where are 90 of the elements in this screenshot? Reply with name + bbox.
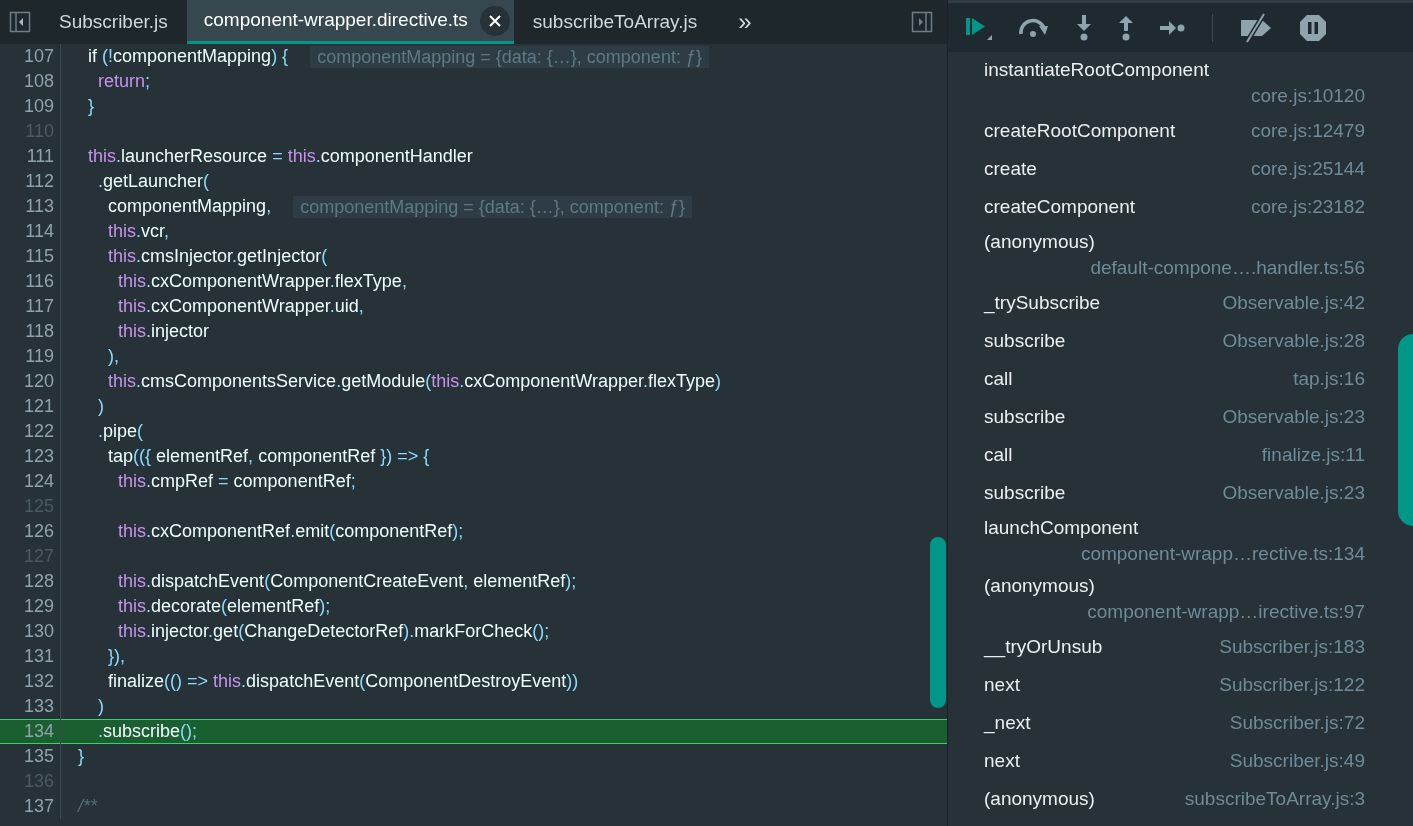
tab-overflow-button[interactable]: » [730, 4, 760, 40]
code-line: } [77, 745, 84, 768]
inline-value-hint: componentMapping = {data: {…}, component: ƒ} [310, 45, 709, 68]
line-number: 124 [22, 470, 54, 493]
line-number: 134 [22, 720, 54, 743]
line-number: 117 [24, 295, 54, 318]
code-line: this.launcherResource = this.componentHandler [87, 145, 473, 168]
line-number: 126 [22, 520, 54, 543]
code-line: this.cmsComponentsService.getModule(this.cxComponentWrapper.flexType) [107, 370, 722, 393]
scrollbar-thumb[interactable] [1398, 334, 1413, 526]
call-stack-frame[interactable]: subscribe Observable.js:28 [984, 322, 1365, 360]
line-number: 135 [22, 745, 54, 768]
line-number: 109 [22, 95, 54, 118]
line-number: 129 [22, 595, 54, 618]
line-number: 113 [24, 195, 54, 218]
code-line: .subscribe(); [97, 720, 198, 743]
line-number: 119 [24, 345, 54, 368]
code-line: .getLauncher( [97, 170, 210, 193]
line-number: 120 [22, 370, 54, 393]
step-into-icon[interactable] [1076, 14, 1092, 41]
code-line: this.dispatchEvent(ComponentCreateEvent, elementRef); [117, 570, 577, 593]
call-stack-frame[interactable]: next Subscriber.js:49 [984, 742, 1365, 780]
call-stack-frame[interactable]: _next Subscriber.js:72 [984, 704, 1365, 742]
deactivate-breakpoints-icon[interactable] [1239, 12, 1273, 43]
line-number: 107 [22, 45, 54, 68]
line-number: 108 [22, 70, 54, 93]
line-number: 111 [25, 145, 54, 168]
code-line: ), [107, 345, 119, 368]
line-number: 114 [24, 220, 54, 243]
inline-value-hint: componentMapping = {data: {…}, component: ƒ} [293, 195, 692, 218]
call-stack-frame[interactable]: subscribe Observable.js:23 [984, 474, 1365, 512]
call-stack-frame[interactable]: (anonymous) component-wrapp…irective.ts:97 [984, 570, 1365, 628]
code-line: this.cxComponentWrapper.flexType, [117, 270, 407, 293]
code-line: if (!componentMapping) { [87, 45, 289, 68]
line-number: 131 [22, 645, 54, 668]
line-number: 122 [22, 420, 54, 443]
code-line: this.vcr, [107, 220, 170, 243]
call-stack-frame[interactable]: launchComponent component-wrapp…rective.ts:134 [984, 512, 1365, 570]
editor-tab[interactable]: subscribeToArray.js [513, 0, 717, 44]
code-line: this.injector [117, 320, 210, 343]
code-line: finalize(() => this.dispatchEvent(ComponentDestroyEvent)) [107, 670, 579, 693]
line-number: 121 [22, 395, 54, 418]
call-stack-frame[interactable]: createRootComponent core.js:12479 [984, 112, 1365, 150]
editor-tab[interactable]: component-wrapper.directive.ts [186, 0, 514, 44]
scrollbar-thumb[interactable] [930, 537, 946, 708]
line-number: 118 [24, 320, 54, 343]
resume-icon[interactable] [966, 15, 992, 40]
code-line: return; [97, 70, 151, 93]
line-number: 123 [22, 445, 54, 468]
step-icon[interactable] [1160, 19, 1186, 36]
call-stack-frame[interactable]: create core.js:25144 [984, 150, 1365, 188]
code-line: this.injector.get(ChangeDetectorRef).markForCheck(); [117, 620, 550, 643]
line-number: 116 [24, 270, 54, 293]
close-icon[interactable] [479, 5, 510, 36]
code-line: this.cxComponentRef.emit(componentRef); [117, 520, 464, 543]
call-stack-frame[interactable]: call tap.js:16 [984, 360, 1365, 398]
step-out-icon[interactable] [1118, 14, 1134, 41]
call-stack-frame[interactable]: _trySubscribe Observable.js:42 [984, 284, 1365, 322]
call-stack-frame[interactable]: createComponent core.js:23182 [984, 188, 1365, 226]
editor-tab[interactable]: Subscriber.js [40, 0, 187, 44]
call-stack-frame[interactable]: instantiateRootComponent core.js:10120 [984, 54, 1365, 112]
line-number: 132 [22, 670, 54, 693]
code-line: componentMapping, [107, 195, 272, 218]
line-number: 130 [22, 620, 54, 643]
code-line: /** [76, 795, 97, 818]
code-line: this.cxComponentWrapper.uid, [117, 295, 364, 318]
code-line: tap(({ elementRef, componentRef }) => { [107, 445, 430, 468]
code-line: ) [97, 395, 104, 418]
code-line: this.decorate(elementRef); [117, 595, 331, 618]
code-line: } [87, 95, 94, 118]
call-stack-frame[interactable]: call finalize.js:11 [984, 436, 1365, 474]
line-number: 112 [24, 170, 54, 193]
call-stack-frame[interactable]: subscribe Observable.js:23 [984, 398, 1365, 436]
code-line: .pipe( [97, 420, 144, 443]
step-over-icon[interactable] [1018, 17, 1050, 38]
line-number: 128 [22, 570, 54, 593]
line-number: 115 [24, 245, 54, 268]
call-stack-frame[interactable]: __tryOrUnsub Subscriber.js:183 [984, 628, 1365, 666]
code-line: this.cmsInjector.getInjector( [107, 245, 328, 268]
panel-toggle-icon[interactable] [911, 11, 933, 33]
call-stack-frame[interactable]: (anonymous) subscribeToArray.js:3 [984, 780, 1365, 818]
code-line: this.cmpRef = componentRef; [117, 470, 356, 493]
pause-icon[interactable] [1299, 13, 1327, 42]
line-number: 137 [22, 795, 54, 818]
call-stack-frame[interactable]: next Subscriber.js:122 [984, 666, 1365, 704]
line-number: 133 [22, 695, 54, 718]
code-line: ) [97, 695, 104, 718]
code-line: }), [107, 645, 125, 668]
sidebar-toggle-icon[interactable] [9, 11, 31, 33]
call-stack-frame[interactable]: (anonymous) default-compone….handler.ts:56 [984, 226, 1365, 284]
